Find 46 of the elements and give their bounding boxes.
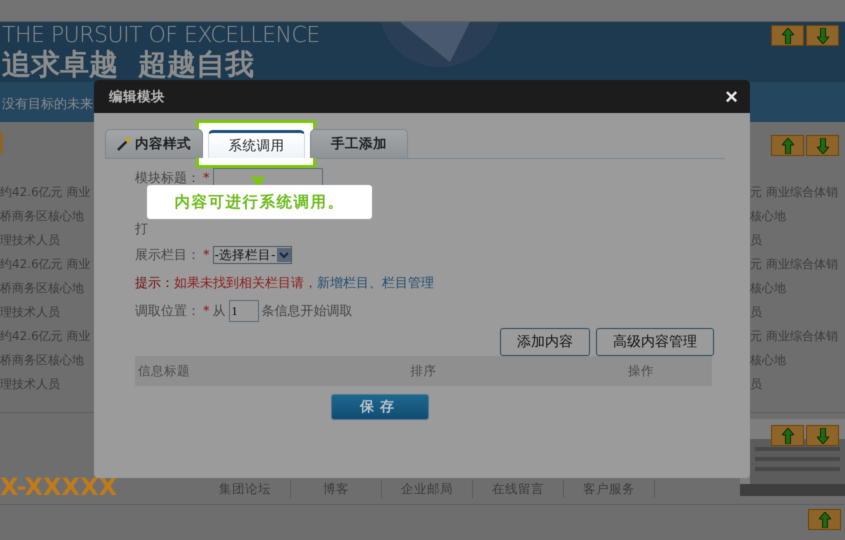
phone-number: X-XXXXX [0,476,118,498]
down-arrow-icon [816,428,828,444]
banner-slogan: THE PURSUIT OF EXCELLENCE [2,23,320,49]
banner-headline: 追求卓越 超越自我 [2,49,254,79]
required-mark: * [203,170,210,186]
dialog-title: 编辑模块 [109,88,165,106]
move-down-button[interactable] [806,25,839,46]
field-label: 展示栏目： [135,247,200,264]
hint-link[interactable]: 栏目管理 [382,274,434,292]
field-label: 模块标题： [135,170,200,187]
tab[interactable]: 手工添加 [310,129,408,158]
move-up-button[interactable] [771,135,804,156]
action-button[interactable]: 高级内容管理 [596,328,714,356]
hint-link[interactable]: 新增栏目 [317,274,369,292]
up-arrow-icon [782,428,794,444]
move-down-button[interactable] [806,425,839,446]
tab[interactable]: 系统调用 [208,130,305,158]
column-header: 排序 [409,362,438,380]
up-arrow-icon [782,138,794,154]
field-prefix: 从 [212,303,226,320]
banner-tagline: 没有目标的未来 [2,97,93,113]
move-up-button[interactable] [808,509,841,530]
required-mark: * [203,248,210,262]
action-button[interactable]: 添加内容 [500,328,590,356]
down-arrow-icon [816,28,828,44]
move-down-button[interactable] [806,135,839,156]
column-header: 信息标题 [138,362,191,380]
field-suffix: 条信息开始调取 [262,303,352,320]
move-up-button[interactable] [771,25,804,46]
move-up-button[interactable] [771,425,804,446]
magic-wand-icon [117,137,131,151]
close-button[interactable]: × [725,86,738,108]
save-button[interactable]: 保存 [331,394,429,420]
tooltip-text: 内容可进行系统调用。 [174,192,344,212]
hint-text: 提示：如果未找到相关栏目请，新增栏目、栏目管理 [135,273,435,294]
field-label: 打 [135,221,148,238]
tab[interactable]: 内容样式 [105,129,203,158]
column-select[interactable]: -选择栏目- [212,246,292,264]
down-arrow-icon [816,138,828,154]
up-arrow-icon [818,512,830,528]
tooltip-pointer [250,177,266,186]
required-mark: * [203,304,210,318]
column-header: 操作 [626,362,655,380]
up-arrow-icon [782,28,794,44]
start-input[interactable]: 1 [228,300,258,322]
field-label: 调取位置： [135,303,200,320]
